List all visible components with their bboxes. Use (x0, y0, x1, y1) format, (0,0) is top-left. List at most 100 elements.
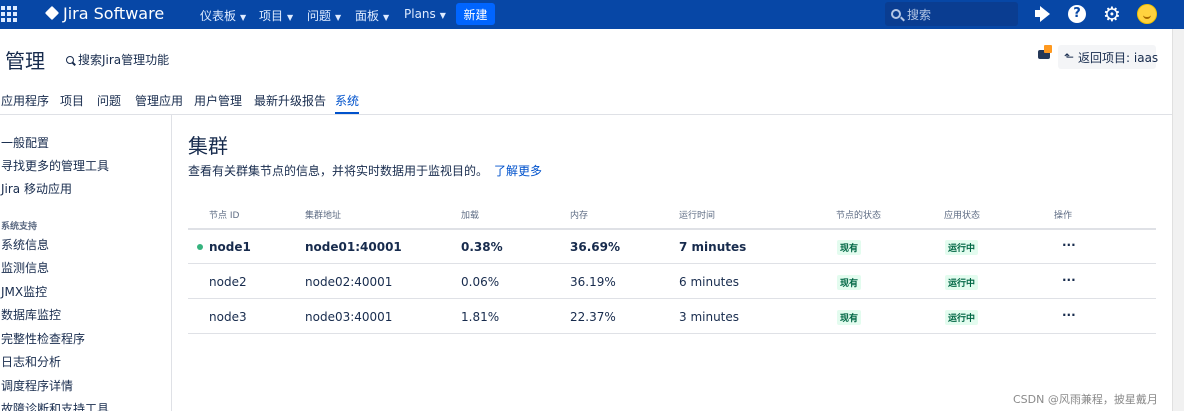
chevron-down-icon: ▼ (335, 13, 342, 22)
tab-manage-apps[interactable]: 管理应用 (135, 92, 183, 109)
cell-uptime: 3 minutes (679, 310, 740, 324)
page-title: 集群 (188, 134, 228, 158)
cell-load: 0.38% (461, 240, 503, 254)
cell-uptime: 7 minutes (679, 240, 747, 254)
search-icon (66, 55, 74, 64)
app-state-badge: 运行中 (945, 240, 979, 255)
chevron-down-icon: ▼ (240, 13, 247, 22)
tab-upgrade-report[interactable]: 最新升级报告 (254, 92, 326, 109)
settings-icon[interactable]: ⚙ (1103, 4, 1121, 24)
nav-label: 问题 (307, 9, 332, 23)
sidebar-item-general-config[interactable]: 一般配置 (1, 134, 49, 151)
chevron-down-icon: ▼ (383, 13, 390, 22)
sidebar-item-system-info[interactable]: 系统信息 (1, 236, 49, 253)
sidebar-item-integrity-checker[interactable]: 完整性检查程序 (1, 330, 85, 347)
sidebar: 一般配置 寻找更多的管理工具 Jira 移动应用 系统支持 系统信息 监测信息 … (0, 115, 172, 411)
chevron-down-icon: ▼ (287, 13, 294, 22)
col-header-app-state: 应用状态 (944, 211, 981, 221)
nav-label: 面板 (355, 9, 380, 23)
nav-label: 仪表板 (200, 9, 237, 23)
feedback-icon[interactable] (1038, 45, 1052, 61)
search-input[interactable]: 搜索 (885, 2, 1018, 26)
tab-applications[interactable]: 应用程序 (1, 92, 49, 109)
col-header-actions: 操作 (1054, 211, 1073, 221)
admin-title: 管理 (5, 49, 45, 73)
cell-address: node02:40001 (305, 275, 393, 289)
sidebar-section-heading: 系统支持 (1, 222, 38, 232)
admin-search-link[interactable]: 搜索Jira管理功能 (66, 51, 169, 68)
top-navigation: Jira Software 仪表板 ▼ 项目 ▼ 问题 ▼ 面板 ▼ Plans ▼ 新建… (0, 0, 1184, 29)
avatar[interactable] (1137, 4, 1157, 24)
active-node-indicator (197, 244, 203, 250)
cell-load: 0.06% (461, 275, 500, 289)
sidebar-item-logging[interactable]: 日志和分析 (1, 353, 61, 370)
cell-address: node01:40001 (305, 240, 402, 254)
row-divider (188, 263, 1156, 264)
nav-issues[interactable]: 问题 ▼ (307, 7, 341, 24)
help-icon[interactable]: ? (1068, 5, 1086, 23)
jira-logo[interactable]: Jira Software (45, 4, 164, 23)
sidebar-item-jmx[interactable]: JMX监控 (1, 283, 47, 300)
col-header-memory: 内存 (570, 211, 589, 221)
tab-projects[interactable]: 项目 (60, 92, 84, 109)
jira-logo-icon (45, 7, 59, 21)
back-to-project-button[interactable]: ⬑ 返回项目: iaas (1058, 45, 1159, 69)
create-button[interactable]: 新建 (456, 3, 495, 25)
row-actions-button[interactable]: ··· (1062, 308, 1076, 322)
col-header-node-id: 节点 ID (209, 211, 240, 221)
notifications-icon[interactable] (1033, 5, 1051, 23)
col-header-load: 加载 (461, 211, 480, 221)
search-icon (891, 9, 901, 19)
tab-user-management[interactable]: 用户管理 (194, 92, 242, 109)
cell-memory: 36.19% (570, 275, 616, 289)
sidebar-item-find-tools[interactable]: 寻找更多的管理工具 (1, 157, 109, 174)
app-state-badge: 运行中 (945, 310, 979, 325)
description-text: 查看有关群集节点的信息，并将实时数据用于监视目的。 (188, 164, 489, 178)
cell-node: node2 (209, 275, 247, 289)
app-name: Jira Software (63, 4, 165, 23)
nav-label: 项目 (259, 9, 284, 23)
node-state-badge: 现有 (837, 240, 862, 255)
col-header-node-state: 节点的状态 (836, 211, 882, 221)
back-label: 返回项目: iaas (1078, 50, 1159, 65)
sidebar-item-scheduler[interactable]: 调度程序详情 (1, 377, 73, 394)
tab-system[interactable]: 系统 (335, 92, 360, 114)
app-state-badge: 运行中 (945, 275, 979, 290)
app-switcher-icon[interactable] (1, 6, 17, 22)
cell-address: node03:40001 (305, 310, 393, 324)
col-header-address: 集群地址 (305, 211, 342, 221)
cell-node: node1 (209, 240, 251, 254)
chevron-down-icon: ▼ (439, 11, 446, 20)
tabs-divider (0, 114, 1172, 115)
row-divider (188, 333, 1156, 334)
table-header-divider (188, 228, 1156, 230)
nav-plans[interactable]: Plans ▼ (404, 7, 446, 21)
row-actions-button[interactable]: ··· (1062, 273, 1076, 287)
sidebar-item-troubleshooting[interactable]: 故障诊断和支持工具 (1, 400, 109, 411)
nav-boards[interactable]: 面板 ▼ (355, 7, 389, 24)
node-state-badge: 现有 (837, 275, 862, 290)
row-divider (188, 298, 1156, 299)
nav-projects[interactable]: 项目 ▼ (259, 7, 293, 24)
tab-issues[interactable]: 问题 (97, 92, 121, 109)
sidebar-item-monitoring[interactable]: 监测信息 (1, 259, 49, 276)
search-placeholder: 搜索 (907, 7, 932, 22)
sidebar-item-mobile-app[interactable]: Jira 移动应用 (1, 180, 72, 197)
cell-node: node3 (209, 310, 247, 324)
cell-uptime: 6 minutes (679, 275, 740, 289)
node-state-badge: 现有 (837, 310, 862, 325)
nav-label: Plans (404, 7, 436, 21)
sidebar-item-db-monitoring[interactable]: 数据库监控 (1, 306, 61, 323)
cell-load: 1.81% (461, 310, 500, 324)
back-arrow-icon: ⬑ (1064, 50, 1075, 64)
cell-memory: 36.69% (570, 240, 620, 254)
watermark-text: CSDN @风雨兼程，披星戴月 (1013, 393, 1158, 406)
row-actions-button[interactable]: ··· (1062, 238, 1076, 252)
page-description: 查看有关群集节点的信息，并将实时数据用于监视目的。 了解更多 (188, 162, 542, 179)
page-scrollbar[interactable] (1172, 29, 1184, 411)
admin-search-label: 搜索Jira管理功能 (78, 53, 170, 67)
cell-memory: 22.37% (570, 310, 616, 324)
col-header-uptime: 运行时间 (679, 211, 716, 221)
nav-dashboards[interactable]: 仪表板 ▼ (200, 7, 246, 24)
learn-more-link[interactable]: 了解更多 (494, 164, 542, 178)
